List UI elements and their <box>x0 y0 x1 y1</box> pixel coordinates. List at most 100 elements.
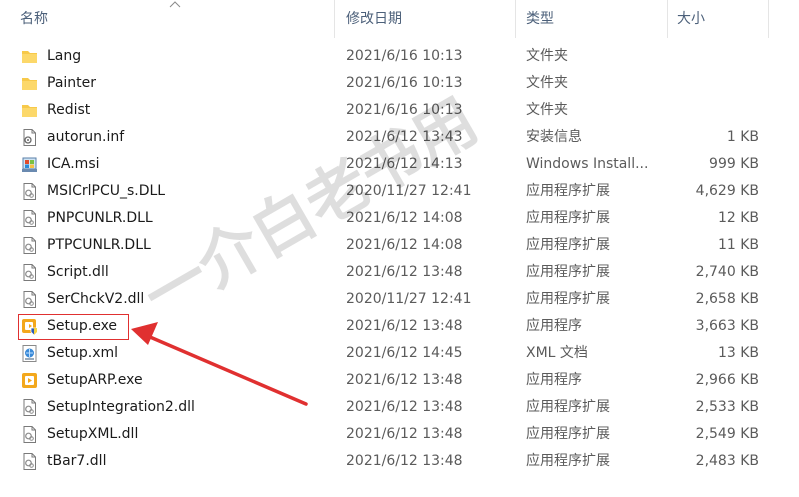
file-name: Lang <box>47 48 82 64</box>
file-row[interactable]: SetupXML.dll 2021/6/12 13:48 应用程序扩展 2,549 K… <box>0 421 799 448</box>
file-name: autorun.inf <box>47 129 125 145</box>
file-modified-date: 2021/6/12 14:08 <box>346 237 463 253</box>
file-type: 应用程序扩展 <box>526 399 610 415</box>
file-size: 13 KB <box>717 345 759 361</box>
file-row[interactable]: Painter 2021/6/16 10:13 文件夹 <box>0 70 799 97</box>
file-row[interactable]: MSICrlPCU_s.DLL 2020/11/27 12:41 应用程序扩展 4,6… <box>0 178 799 205</box>
file-modified-date: 2021/6/12 13:48 <box>346 372 463 388</box>
dll-file-icon <box>20 236 39 255</box>
file-name: Script.dll <box>47 264 109 280</box>
dll-file-icon <box>20 452 39 471</box>
file-type: 应用程序扩展 <box>526 453 610 469</box>
dll-file-icon <box>20 398 39 417</box>
file-row[interactable]: ICA.msi 2021/6/12 14:13 Windows Install...… <box>0 151 799 178</box>
file-name: SetupARP.exe <box>47 372 143 388</box>
column-header-size[interactable]: 大小 <box>677 0 705 38</box>
file-name: Painter <box>47 75 97 91</box>
file-type: 应用程序 <box>526 318 582 334</box>
dll-file-icon <box>20 209 39 228</box>
file-modified-date: 2021/6/12 13:48 <box>346 318 463 334</box>
file-name: SetupXML.dll <box>47 426 139 442</box>
file-modified-date: 2020/11/27 12:41 <box>346 291 472 307</box>
inf-file-icon <box>20 128 39 147</box>
file-row[interactable]: Redist 2021/6/16 10:13 文件夹 <box>0 97 799 124</box>
column-divider[interactable] <box>667 0 668 38</box>
msi-file-icon <box>20 155 39 174</box>
column-header-name[interactable]: 名称 <box>20 0 48 38</box>
file-type: 文件夹 <box>526 102 568 118</box>
file-size: 3,663 KB <box>695 318 759 334</box>
file-modified-date: 2021/6/16 10:13 <box>346 48 463 64</box>
file-type: 应用程序扩展 <box>526 426 610 442</box>
file-row[interactable]: tBar7.dll 2021/6/12 13:48 应用程序扩展 2,483 KB <box>0 448 799 475</box>
file-name: ICA.msi <box>47 156 100 172</box>
file-modified-date: 2021/6/16 10:13 <box>346 102 463 118</box>
dll-file-icon <box>20 425 39 444</box>
file-row[interactable]: autorun.inf 2021/6/12 13:43 安装信息 1 KB <box>0 124 799 151</box>
dll-file-icon <box>20 290 39 309</box>
file-size: 2,740 KB <box>695 264 759 280</box>
file-size: 2,549 KB <box>695 426 759 442</box>
folder-icon <box>20 47 39 66</box>
column-header: 名称 修改日期 类型 大小 <box>0 0 799 38</box>
file-modified-date: 2021/6/16 10:13 <box>346 75 463 91</box>
file-size: 2,658 KB <box>695 291 759 307</box>
file-name: Setup.xml <box>47 345 119 361</box>
file-type: 应用程序扩展 <box>526 264 610 280</box>
file-modified-date: 2020/11/27 12:41 <box>346 183 472 199</box>
app-exe-icon <box>20 371 39 390</box>
file-modified-date: 2021/6/12 14:08 <box>346 210 463 226</box>
file-name: PTPCUNLR.DLL <box>47 237 151 253</box>
file-row[interactable]: SerChckV2.dll 2020/11/27 12:41 应用程序扩展 2,658… <box>0 286 799 313</box>
file-type: 应用程序扩展 <box>526 210 610 226</box>
xml-file-icon <box>20 344 39 363</box>
file-type: Windows Install... <box>526 156 649 172</box>
file-type: 应用程序扩展 <box>526 291 610 307</box>
file-size: 2,533 KB <box>695 399 759 415</box>
file-row[interactable]: PNPCUNLR.DLL 2021/6/12 14:08 应用程序扩展 12 KB <box>0 205 799 232</box>
file-modified-date: 2021/6/12 13:48 <box>346 426 463 442</box>
dll-file-icon <box>20 263 39 282</box>
file-row[interactable]: SetupARP.exe 2021/6/12 13:48 应用程序 2,966 KB <box>0 367 799 394</box>
file-modified-date: 2021/6/12 14:13 <box>346 156 463 172</box>
highlight-box <box>18 314 129 340</box>
file-modified-date: 2021/6/12 13:48 <box>346 453 463 469</box>
column-divider[interactable] <box>515 0 516 38</box>
file-size: 999 KB <box>709 156 759 172</box>
file-name: SetupIntegration2.dll <box>47 399 195 415</box>
column-header-type[interactable]: 类型 <box>526 0 554 38</box>
file-modified-date: 2021/6/12 13:48 <box>346 264 463 280</box>
file-name: Redist <box>47 102 91 118</box>
file-size: 2,483 KB <box>695 453 759 469</box>
file-size: 11 KB <box>717 237 759 253</box>
column-header-modified[interactable]: 修改日期 <box>346 0 402 38</box>
file-size: 12 KB <box>717 210 759 226</box>
file-type: 应用程序扩展 <box>526 183 610 199</box>
file-name: PNPCUNLR.DLL <box>47 210 153 226</box>
column-divider[interactable] <box>768 0 769 38</box>
file-size: 2,966 KB <box>695 372 759 388</box>
column-divider[interactable] <box>334 0 335 38</box>
folder-icon <box>20 74 39 93</box>
sort-ascending-icon <box>169 1 181 8</box>
file-row[interactable]: SetupIntegration2.dll 2021/6/12 13:48 应用程序… <box>0 394 799 421</box>
file-type: 文件夹 <box>526 75 568 91</box>
file-size: 1 KB <box>726 129 759 145</box>
file-type: 应用程序扩展 <box>526 237 610 253</box>
file-modified-date: 2021/6/12 14:45 <box>346 345 463 361</box>
file-name: MSICrlPCU_s.DLL <box>47 183 166 199</box>
file-name: SerChckV2.dll <box>47 291 145 307</box>
file-type: XML 文档 <box>526 345 588 361</box>
file-row[interactable]: Setup.xml 2021/6/12 14:45 XML 文档 13 KB <box>0 340 799 367</box>
file-type: 文件夹 <box>526 48 568 64</box>
file-type: 应用程序 <box>526 372 582 388</box>
file-row[interactable]: Script.dll 2021/6/12 13:48 应用程序扩展 2,740 KB <box>0 259 799 286</box>
folder-icon <box>20 101 39 120</box>
file-type: 安装信息 <box>526 129 582 145</box>
file-size: 4,629 KB <box>695 183 759 199</box>
file-row[interactable]: Lang 2021/6/16 10:13 文件夹 <box>0 43 799 70</box>
file-name: tBar7.dll <box>47 453 107 469</box>
file-row[interactable]: PTPCUNLR.DLL 2021/6/12 14:08 应用程序扩展 11 KB <box>0 232 799 259</box>
dll-file-icon <box>20 182 39 201</box>
file-modified-date: 2021/6/12 13:43 <box>346 129 463 145</box>
